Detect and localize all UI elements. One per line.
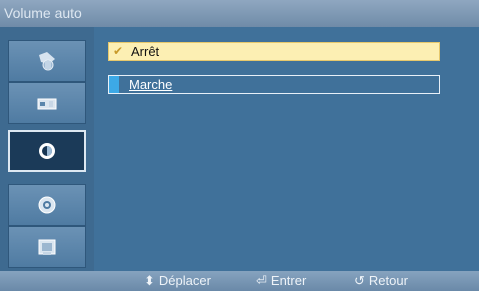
options-panel: ✔ Arrêt Marche <box>94 27 479 271</box>
sidebar-item-setup[interactable] <box>8 130 86 172</box>
footer-move-label: Déplacer <box>158 273 211 288</box>
option-marche[interactable]: Marche <box>108 75 440 94</box>
gear-icon <box>38 196 56 214</box>
footer-return-label: Retour <box>368 273 408 288</box>
check-icon: ✔ <box>113 44 124 58</box>
option-arret[interactable]: ✔ Arrêt <box>108 42 440 61</box>
multiwindow-icon <box>38 239 56 255</box>
sidebar-item-gear[interactable] <box>8 184 86 226</box>
footer-move: ⬍ Déplacer <box>144 273 211 289</box>
updown-icon: ⬍ <box>144 273 155 288</box>
option-marche-label: Marche <box>129 77 173 92</box>
focus-marker <box>109 76 119 93</box>
setup-icon <box>39 143 55 159</box>
enter-icon: ⏎ <box>256 273 267 288</box>
return-icon: ↺ <box>354 273 365 288</box>
menu-title: Volume auto <box>4 5 82 21</box>
picture-icon <box>39 52 55 71</box>
sound-icon <box>37 98 57 110</box>
footer-return: ↺ Retour <box>354 273 408 289</box>
osd-menu: Volume auto ✔ Arrêt Marche ⬍ Déplacer ⏎ … <box>0 0 479 291</box>
sidebar-item-sound[interactable] <box>8 82 86 124</box>
option-arret-label: Arrêt <box>131 44 160 59</box>
footer-enter-label: Entrer <box>270 273 307 288</box>
sidebar-item-multiwindow[interactable] <box>8 226 86 268</box>
title-bar: Volume auto <box>0 0 479 27</box>
footer-enter: ⏎ Entrer <box>256 273 306 289</box>
sidebar-item-picture[interactable] <box>8 40 86 82</box>
footer-help-bar: ⬍ Déplacer ⏎ Entrer ↺ Retour <box>0 271 479 291</box>
sidebar <box>0 27 94 271</box>
